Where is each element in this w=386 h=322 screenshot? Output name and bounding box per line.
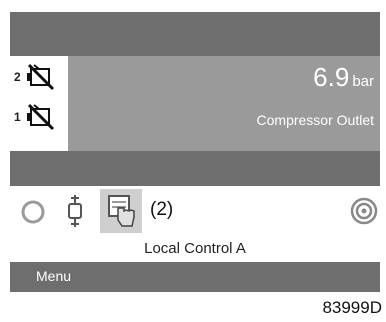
motor-2-row: 2 [14, 62, 64, 94]
menu-bar: Menu [10, 262, 380, 292]
motor-number: 2 [14, 70, 21, 84]
motor-stopped-icon [27, 63, 55, 91]
control-mode: Local Control A [10, 236, 380, 262]
figure-id: 83999D [322, 298, 382, 317]
motor-status-panel: 2 1 [10, 56, 68, 151]
spiral-icon[interactable] [350, 197, 378, 225]
pressure-readout: 6.9 bar [313, 62, 374, 93]
selection-marker: (2) [150, 199, 174, 220]
pressure-sensor-icon[interactable] [66, 194, 84, 228]
pressure-unit: bar [352, 73, 374, 90]
pressure-value: 6.9 [313, 62, 350, 92]
pressure-label: Compressor Outlet [256, 112, 374, 128]
circle-icon[interactable] [20, 199, 46, 225]
hand-touch-icon[interactable] [106, 194, 136, 228]
motor-stopped-icon [27, 103, 55, 131]
motor-number: 1 [14, 110, 21, 124]
icon-bar: (2) [10, 186, 380, 236]
motor-1-row: 1 [14, 102, 64, 134]
menu-button[interactable]: Menu [36, 268, 71, 284]
